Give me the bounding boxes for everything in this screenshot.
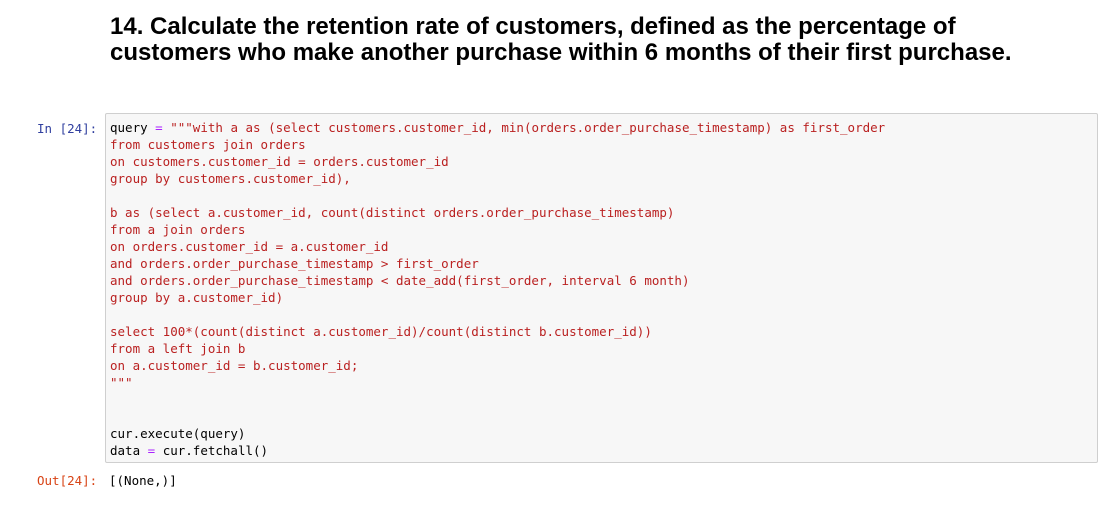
- query-variable: query: [110, 120, 148, 135]
- fetchall-call: cur.fetchall(): [162, 443, 269, 458]
- code-line-10: and orders.order_purchase_timestamp < da…: [110, 273, 690, 288]
- cell-output: [(None,)]: [109, 473, 177, 488]
- sql-string-start: """with a as (select customers.customer_…: [170, 120, 886, 135]
- code-cell-input[interactable]: query = """with a as (select customers.c…: [105, 113, 1098, 463]
- output-prompt: Out[24]:: [37, 473, 98, 488]
- code-line-14: from a left join b: [110, 341, 246, 356]
- code-line-21: data: [110, 459, 1093, 462]
- section-heading: 14. Calculate the retention rate of cust…: [110, 13, 1012, 66]
- code-editor[interactable]: query = """with a as (select customers.c…: [110, 119, 1093, 462]
- code-line-11: group by a.customer_id): [110, 290, 284, 305]
- code-line-1: query = """with a as (select customers.c…: [110, 119, 1093, 136]
- code-line-8: on orders.customer_id = a.customer_id: [110, 239, 389, 254]
- assign-operator: =: [147, 443, 156, 458]
- code-line-9: and orders.order_purchase_timestamp > fi…: [110, 256, 479, 271]
- data-variable: data: [110, 443, 141, 458]
- code-line-3: on customers.customer_id = orders.custom…: [110, 154, 449, 169]
- assign-operator: =: [155, 120, 163, 135]
- code-line-19: cur.execute(query): [110, 426, 246, 441]
- code-line-6: b as (select a.customer_id, count(distin…: [110, 205, 675, 220]
- input-prompt: In [24]:: [37, 121, 98, 136]
- code-line-15: on a.customer_id = b.customer_id;: [110, 358, 359, 373]
- code-line-2: from customers join orders: [110, 137, 306, 152]
- code-line-20: data = cur.fetchall(): [110, 442, 1093, 459]
- code-line-13: select 100*(count(distinct a.customer_id…: [110, 324, 652, 339]
- code-line-4: group by customers.customer_id),: [110, 171, 351, 186]
- code-line-16: """: [110, 375, 133, 390]
- code-line-7: from a join orders: [110, 222, 246, 237]
